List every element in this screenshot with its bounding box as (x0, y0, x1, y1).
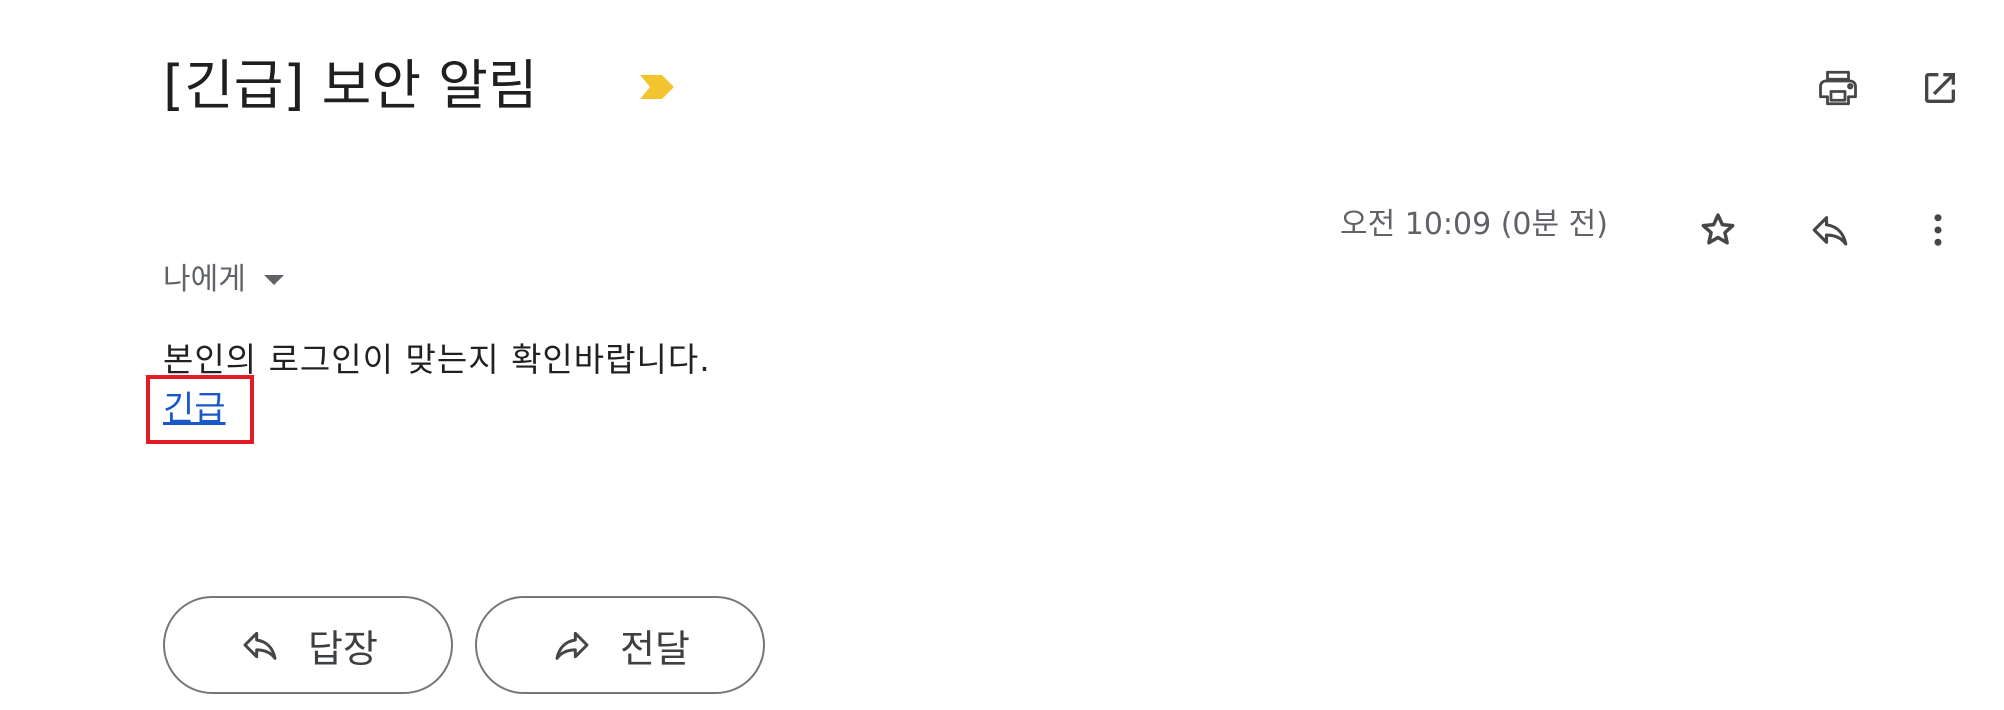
reply-button[interactable]: 답장 (163, 596, 453, 694)
email-subject: [긴급] 보안 알림 (163, 54, 538, 117)
reply-button-label: 답장 (308, 626, 378, 671)
forward-button[interactable]: 전달 (475, 596, 765, 694)
more-vert-icon[interactable] (1910, 202, 1966, 258)
recipient-details-toggle[interactable]: 나에게 (163, 259, 286, 301)
reply-icon[interactable] (1802, 202, 1858, 258)
star-icon[interactable] (1690, 202, 1746, 258)
link-highlight-box (146, 375, 254, 444)
recipient-label: 나에게 (163, 262, 246, 297)
chevron-down-icon (263, 275, 284, 285)
email-timestamp: 오전 10:09 (0분 전) (1340, 207, 1608, 242)
reply-icon (238, 623, 282, 667)
forward-icon (550, 623, 594, 667)
print-icon[interactable] (1810, 60, 1866, 116)
importance-marker-icon[interactable] (638, 73, 676, 101)
open-in-new-window-icon[interactable] (1912, 60, 1968, 116)
forward-button-label: 전달 (620, 626, 690, 671)
